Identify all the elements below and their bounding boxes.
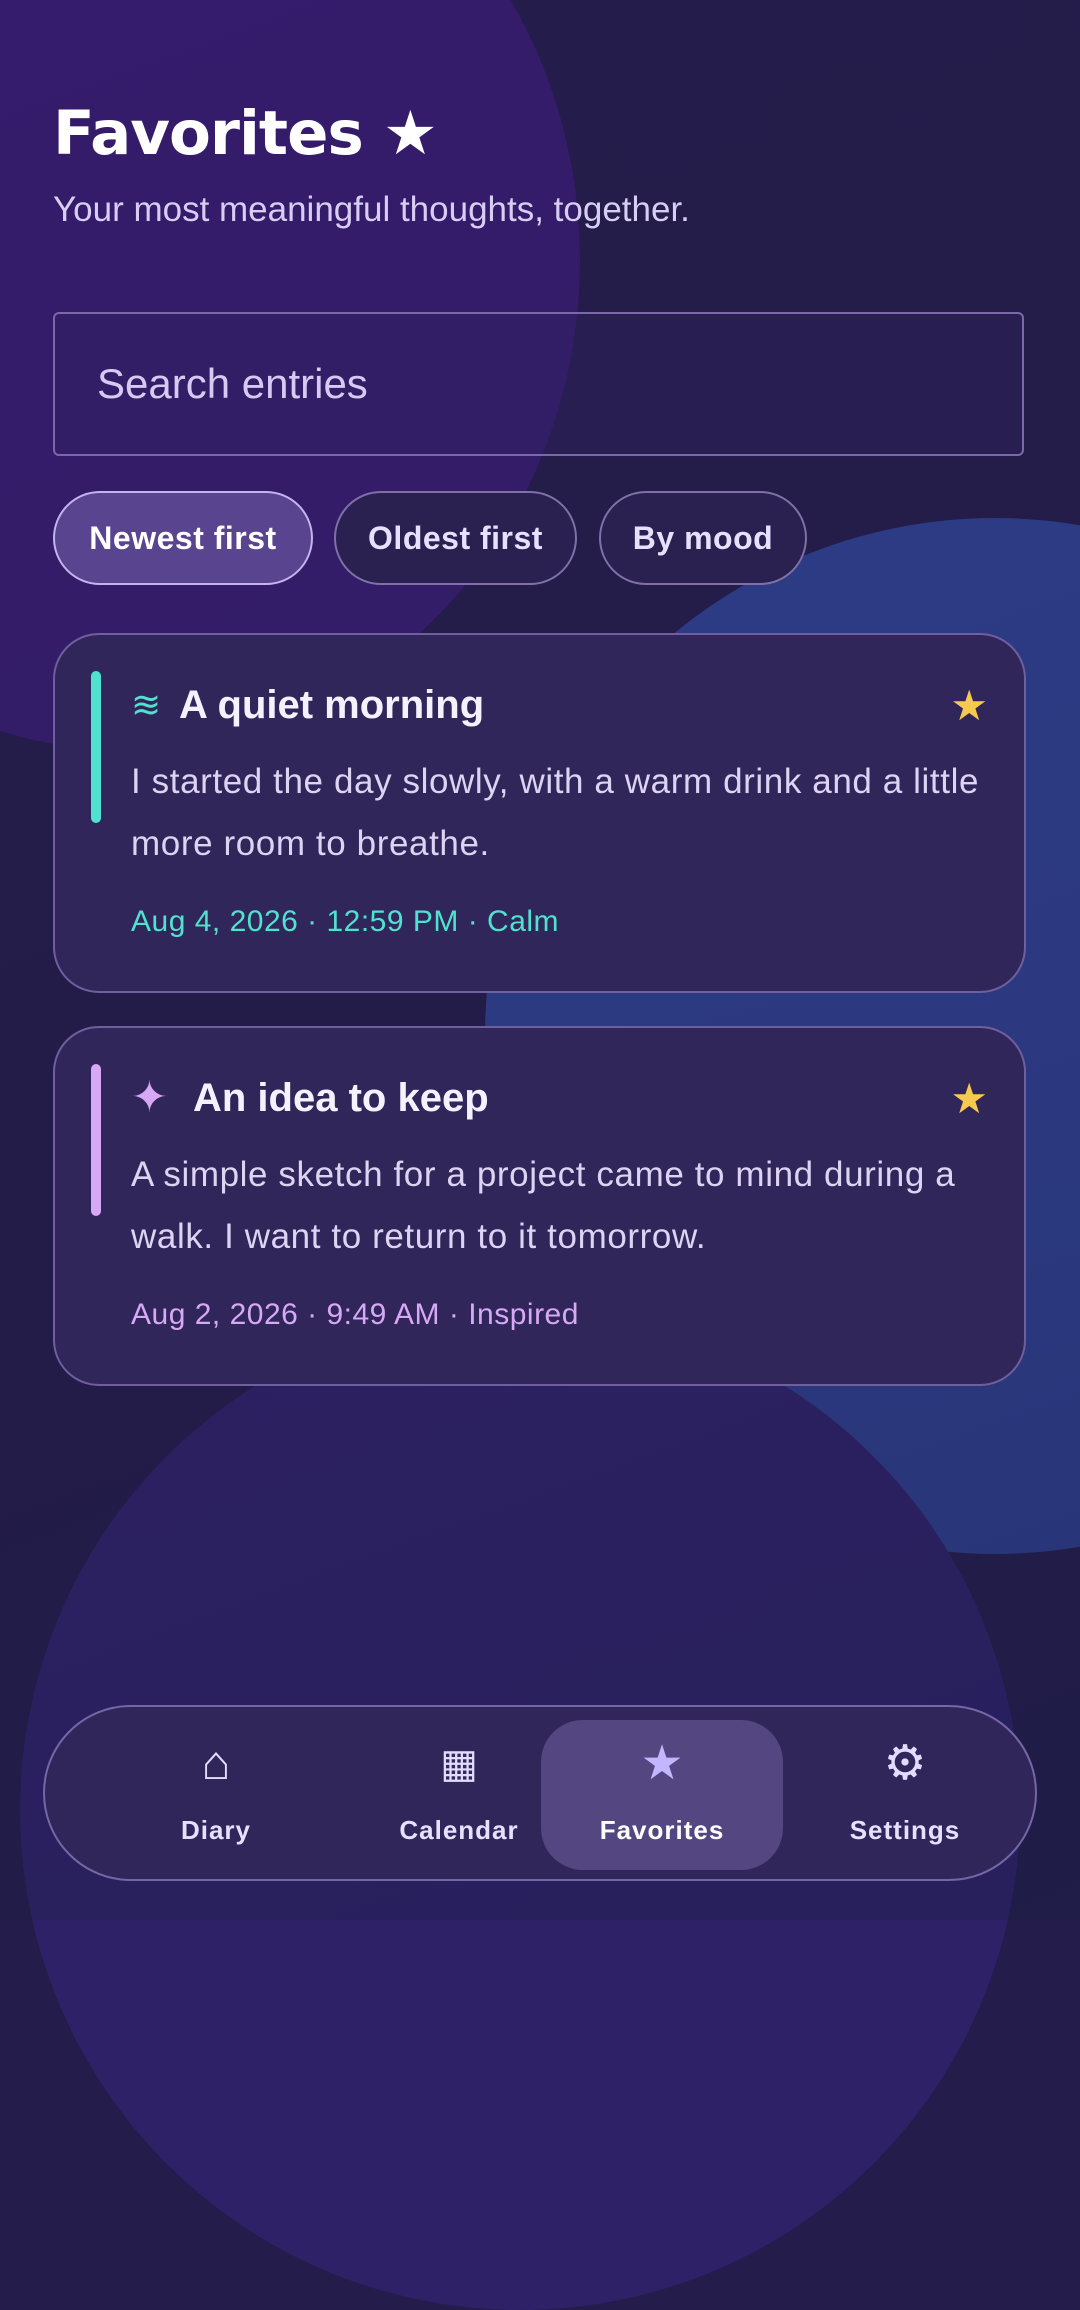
nav-label: Diary bbox=[180, 1815, 252, 1845]
entry-title: A quiet morning bbox=[179, 683, 485, 727]
page-title: Favorites ★ bbox=[53, 98, 438, 169]
favorite-star-icon[interactable]: ★ bbox=[950, 683, 988, 729]
home-icon: ⌂ bbox=[201, 1737, 231, 1790]
settings-icon: ⚙ bbox=[883, 1737, 927, 1790]
entry-body: I started the day slowly, with a warm dr… bbox=[131, 762, 980, 863]
sort-chip-by-mood[interactable]: By mood bbox=[599, 491, 807, 585]
entry-card[interactable]: ≋ A quiet morning ★ I started the day sl… bbox=[53, 633, 1026, 993]
favorites-screen: Favorites ★ Your most meaningful thought… bbox=[0, 0, 1080, 1920]
nav-item-diary[interactable]: ⌂ Diary bbox=[95, 1720, 337, 1870]
search-input[interactable] bbox=[55, 314, 1022, 454]
nav-item-favorites[interactable]: ★ Favorites bbox=[541, 1720, 783, 1870]
sort-chip-newest-first[interactable]: Newest first bbox=[53, 491, 313, 585]
entry-meta: Aug 4, 2026 · 12:59 PM · Calm bbox=[131, 905, 560, 938]
page-subtitle: Your most meaningful thoughts, together. bbox=[53, 190, 690, 229]
favorite-star-icon[interactable]: ★ bbox=[950, 1076, 988, 1122]
sort-chip-oldest-first[interactable]: Oldest first bbox=[334, 491, 577, 585]
nav-label: Favorites bbox=[599, 1815, 725, 1845]
search-box[interactable] bbox=[53, 312, 1024, 456]
waves-icon: ≋ bbox=[131, 684, 162, 725]
entry-meta: Aug 2, 2026 · 9:49 AM · Inspired bbox=[131, 1298, 579, 1331]
mood-accent-bar bbox=[91, 1064, 101, 1216]
sort-chip-label: By mood bbox=[632, 519, 774, 556]
entry-title: An idea to keep bbox=[193, 1076, 489, 1120]
mood-accent-bar bbox=[91, 671, 101, 823]
sort-chip-label: Oldest first bbox=[368, 519, 543, 556]
sort-chip-label: Newest first bbox=[89, 519, 277, 556]
entry-card[interactable]: ✦ An idea to keep ★ A simple sketch for … bbox=[53, 1026, 1026, 1386]
bottom-nav: ⌂ Diary ▦ Calendar ★ Favorites ⚙ Setting… bbox=[43, 1705, 1037, 1881]
nav-item-settings[interactable]: ⚙ Settings bbox=[784, 1720, 1026, 1870]
star-icon: ★ bbox=[640, 1737, 684, 1790]
nav-label: Settings bbox=[849, 1815, 961, 1845]
sparkle-icon: ✦ bbox=[131, 1073, 168, 1122]
entry-body: A simple sketch for a project came to mi… bbox=[131, 1155, 956, 1256]
